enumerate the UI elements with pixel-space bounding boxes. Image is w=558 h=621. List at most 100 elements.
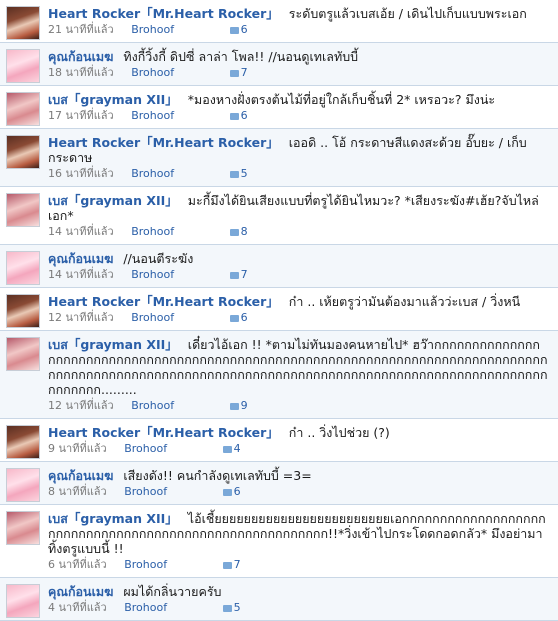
post-time[interactable]: 12 นาทีที่แล้ว xyxy=(48,399,114,412)
comment-count: 4 xyxy=(233,442,241,455)
post-time[interactable]: 6 นาทีที่แล้ว xyxy=(48,558,107,571)
status-post: Heart Rocker「Mr.Heart Rocker」 เออดิ .. โ… xyxy=(0,129,558,187)
post-source[interactable]: Brohoof xyxy=(131,66,174,79)
post-source[interactable]: Brohoof xyxy=(124,442,167,455)
post-time[interactable]: 16 นาทีที่แล้ว xyxy=(48,167,114,180)
post-body: เบส「grayman XII」 *มองหางฝั่งตรงต้นไม้ที่… xyxy=(48,92,552,107)
comment-count-button[interactable]: 5 xyxy=(222,601,241,614)
status-feed: Heart Rocker「Mr.Heart Rocker」 ระดับตรูแล… xyxy=(0,0,558,621)
status-post: เบส「grayman XII」 *มองหางฝั่งตรงต้นไม้ที่… xyxy=(0,86,558,129)
post-source[interactable]: Brohoof xyxy=(131,311,174,324)
author-name[interactable]: เบส「grayman XII」 xyxy=(48,92,178,107)
post-text: ทิงกี้วิ้งกี้ ดิปซี่ ลาล่า โพล!! //นอนดู… xyxy=(123,49,359,64)
post-source[interactable]: Brohoof xyxy=(131,167,174,180)
post-body: Heart Rocker「Mr.Heart Rocker」 ก๋า .. เห้… xyxy=(48,294,552,309)
avatar[interactable] xyxy=(6,584,40,618)
post-text: เสียงดัง!! คนกำลังดูเทเลทับบี้ =3= xyxy=(123,468,312,483)
avatar[interactable] xyxy=(6,468,40,502)
post-source[interactable]: Brohoof xyxy=(131,23,174,36)
comment-count-button[interactable]: 7 xyxy=(222,558,241,571)
post-time[interactable]: 17 นาทีที่แล้ว xyxy=(48,109,114,122)
comment-count: 6 xyxy=(233,485,241,498)
comment-count-button[interactable]: 6 xyxy=(222,485,241,498)
comment-icon xyxy=(229,271,239,279)
comment-count-button[interactable]: 6 xyxy=(229,109,248,122)
post-source[interactable]: Brohoof xyxy=(124,601,167,614)
comment-icon xyxy=(222,445,232,453)
post-body: เบส「grayman XII」 ไอ้เชี้ยยยยยยยยยยยยยยยย… xyxy=(48,511,552,556)
author-name[interactable]: Heart Rocker「Mr.Heart Rocker」 xyxy=(48,6,279,21)
post-source[interactable]: Brohoof xyxy=(124,485,167,498)
comment-count-button[interactable]: 6 xyxy=(229,311,248,324)
post-meta: 9 นาทีที่แล้ว Brohoof 4 xyxy=(48,442,552,456)
status-post: เบส「grayman XII」 ไอ้เชี้ยยยยยยยยยยยยยยยย… xyxy=(0,505,558,578)
comment-count-button[interactable]: 7 xyxy=(229,268,248,281)
author-name[interactable]: คุณก้อนเมฆ xyxy=(48,584,113,599)
avatar[interactable] xyxy=(6,49,40,83)
comment-icon xyxy=(229,402,239,410)
post-source[interactable]: Brohoof xyxy=(131,225,174,238)
post-meta: 12 นาทีที่แล้ว Brohoof 9 xyxy=(48,399,552,413)
status-post: เบส「grayman XII」 เดี๋ยวไอ้เอก !! *ตามไม่… xyxy=(0,331,558,419)
avatar[interactable] xyxy=(6,193,40,227)
status-post: คุณก้อนเมฆ ทิงกี้วิ้งกี้ ดิปซี่ ลาล่า โพ… xyxy=(0,43,558,86)
avatar[interactable] xyxy=(6,337,40,371)
author-name[interactable]: คุณก้อนเมฆ xyxy=(48,251,113,266)
post-time[interactable]: 8 นาทีที่แล้ว xyxy=(48,485,107,498)
post-meta: 6 นาทีที่แล้ว Brohoof 7 xyxy=(48,558,552,572)
comment-count-button[interactable]: 7 xyxy=(229,66,248,79)
comment-icon xyxy=(229,228,239,236)
post-time[interactable]: 12 นาทีที่แล้ว xyxy=(48,311,114,324)
post-text: ผมได้กลิ่นวายครับ xyxy=(123,584,222,599)
avatar[interactable] xyxy=(6,251,40,285)
post-source[interactable]: Brohoof xyxy=(131,268,174,281)
post-body: เบส「grayman XII」 เดี๋ยวไอ้เอก !! *ตามไม่… xyxy=(48,337,552,397)
status-post: คุณก้อนเมฆ เสียงดัง!! คนกำลังดูเทเลทับบี… xyxy=(0,462,558,505)
comment-count-button[interactable]: 5 xyxy=(229,167,248,180)
post-body: Heart Rocker「Mr.Heart Rocker」 เออดิ .. โ… xyxy=(48,135,552,165)
author-name[interactable]: คุณก้อนเมฆ xyxy=(48,49,113,64)
status-post: Heart Rocker「Mr.Heart Rocker」 ก๋า .. วิ่… xyxy=(0,419,558,462)
post-source[interactable]: Brohoof xyxy=(124,558,167,571)
comment-count-button[interactable]: 6 xyxy=(229,23,248,36)
post-body: คุณก้อนเมฆ ผมได้กลิ่นวายครับ xyxy=(48,584,552,599)
post-time[interactable]: 14 นาทีที่แล้ว xyxy=(48,268,114,281)
post-text: ก๋า .. เห้ยตรูว่ามันต้องมาแล้วว่ะเบส / ว… xyxy=(288,294,521,309)
comment-icon xyxy=(222,604,232,612)
post-source[interactable]: Brohoof xyxy=(131,399,174,412)
post-time[interactable]: 14 นาทีที่แล้ว xyxy=(48,225,114,238)
comment-icon xyxy=(222,488,232,496)
status-post: Heart Rocker「Mr.Heart Rocker」 ก๋า .. เห้… xyxy=(0,288,558,331)
post-time[interactable]: 21 นาทีที่แล้ว xyxy=(48,23,114,36)
author-name[interactable]: Heart Rocker「Mr.Heart Rocker」 xyxy=(48,135,279,150)
author-name[interactable]: คุณก้อนเมฆ xyxy=(48,468,113,483)
comment-icon xyxy=(229,69,239,77)
author-name[interactable]: Heart Rocker「Mr.Heart Rocker」 xyxy=(48,294,279,309)
avatar[interactable] xyxy=(6,294,40,328)
comment-count-button[interactable]: 4 xyxy=(222,442,241,455)
avatar[interactable] xyxy=(6,6,40,40)
author-name[interactable]: เบส「grayman XII」 xyxy=(48,511,178,526)
comment-count-button[interactable]: 9 xyxy=(229,399,248,412)
avatar[interactable] xyxy=(6,92,40,126)
post-meta: 14 นาทีที่แล้ว Brohoof 8 xyxy=(48,225,552,239)
post-time[interactable]: 9 นาทีที่แล้ว xyxy=(48,442,107,455)
avatar[interactable] xyxy=(6,425,40,459)
status-post: คุณก้อนเมฆ //นอนตีระฆัง 14 นาทีที่แล้ว B… xyxy=(0,245,558,288)
post-meta: 12 นาทีที่แล้ว Brohoof 6 xyxy=(48,311,552,325)
post-body: Heart Rocker「Mr.Heart Rocker」 ระดับตรูแล… xyxy=(48,6,552,21)
author-name[interactable]: เบส「grayman XII」 xyxy=(48,337,178,352)
post-meta: 18 นาทีที่แล้ว Brohoof 7 xyxy=(48,66,552,80)
post-time[interactable]: 4 นาทีที่แล้ว xyxy=(48,601,107,614)
post-text: ระดับตรูแล้วเบสเอ้ย / เดินไปเก็บแบบพระเอ… xyxy=(288,6,527,21)
author-name[interactable]: เบส「grayman XII」 xyxy=(48,193,178,208)
author-name[interactable]: Heart Rocker「Mr.Heart Rocker」 xyxy=(48,425,279,440)
comment-count-button[interactable]: 8 xyxy=(229,225,248,238)
post-source[interactable]: Brohoof xyxy=(131,109,174,122)
post-body: คุณก้อนเมฆ เสียงดัง!! คนกำลังดูเทเลทับบี… xyxy=(48,468,552,483)
comment-count: 6 xyxy=(240,311,248,324)
avatar[interactable] xyxy=(6,135,40,169)
post-meta: 8 นาทีที่แล้ว Brohoof 6 xyxy=(48,485,552,499)
post-time[interactable]: 18 นาทีที่แล้ว xyxy=(48,66,114,79)
avatar[interactable] xyxy=(6,511,40,545)
